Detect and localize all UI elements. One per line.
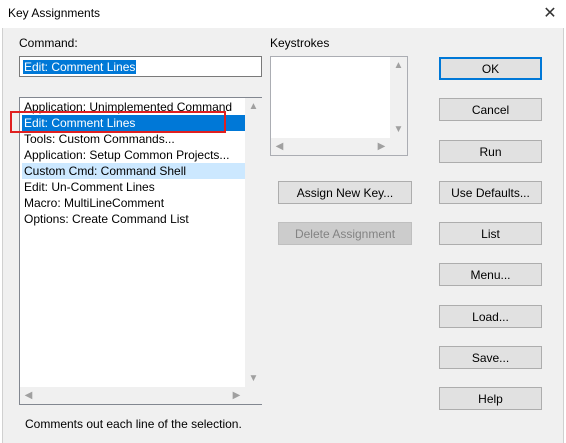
- list-item[interactable]: Tools: Custom Commands...: [22, 131, 248, 147]
- run-button[interactable]: Run: [439, 140, 542, 163]
- command-label: Command:: [19, 36, 78, 50]
- annotation-highlight-box: [10, 111, 226, 133]
- window-title: Key Assignments: [8, 6, 101, 20]
- close-icon[interactable]: ✕: [536, 2, 564, 26]
- menu-button[interactable]: Menu...: [439, 263, 542, 286]
- list-item[interactable]: Options: Create Command List: [22, 211, 248, 227]
- keystrokes-label: Keystrokes: [270, 36, 330, 50]
- delete-assignment-button[interactable]: Delete Assignment: [278, 222, 412, 245]
- command-input[interactable]: Edit: Comment Lines: [19, 56, 262, 77]
- use-defaults-button[interactable]: Use Defaults...: [439, 181, 542, 204]
- scroll-up-icon[interactable]: ▲: [390, 57, 407, 74]
- load-button[interactable]: Load...: [439, 305, 542, 328]
- ok-button[interactable]: OK: [439, 57, 542, 80]
- scroll-right-icon[interactable]: ▶: [228, 387, 245, 404]
- scroll-left-icon[interactable]: ◀: [20, 387, 37, 404]
- scroll-up-icon[interactable]: ▲: [245, 98, 262, 115]
- scroll-left-icon[interactable]: ◀: [271, 138, 288, 155]
- keystrokes-horizontal-scrollbar[interactable]: ◀ ▶: [271, 138, 390, 155]
- list-item[interactable]: Macro: MultiLineComment: [22, 195, 248, 211]
- keystrokes-vertical-scrollbar[interactable]: ▲ ▼: [390, 57, 407, 155]
- list-button[interactable]: List: [439, 222, 542, 245]
- assign-new-key-button[interactable]: Assign New Key...: [278, 181, 412, 204]
- cancel-button[interactable]: Cancel: [439, 98, 542, 121]
- list-item[interactable]: Edit: Un-Comment Lines: [22, 179, 248, 195]
- command-description: Comments out each line of the selection.: [25, 417, 242, 431]
- list-vertical-scrollbar[interactable]: ▲ ▼: [245, 98, 262, 387]
- keystrokes-list[interactable]: ▲ ▼ ◀ ▶: [270, 56, 408, 156]
- scroll-right-icon[interactable]: ▶: [373, 138, 390, 155]
- list-horizontal-scrollbar[interactable]: ◀ ▶: [20, 387, 245, 404]
- list-item[interactable]: Application: Setup Common Projects...: [22, 147, 248, 163]
- list-item-highlighted[interactable]: Custom Cmd: Command Shell: [22, 163, 248, 179]
- scroll-down-icon[interactable]: ▼: [390, 121, 407, 138]
- scroll-down-icon[interactable]: ▼: [245, 370, 262, 387]
- help-button[interactable]: Help: [439, 387, 542, 410]
- command-input-value: Edit: Comment Lines: [23, 60, 137, 74]
- scrollbar-corner: [245, 387, 262, 404]
- save-button[interactable]: Save...: [439, 346, 542, 369]
- command-list[interactable]: Application: Unimplemented Command Edit:…: [19, 97, 262, 405]
